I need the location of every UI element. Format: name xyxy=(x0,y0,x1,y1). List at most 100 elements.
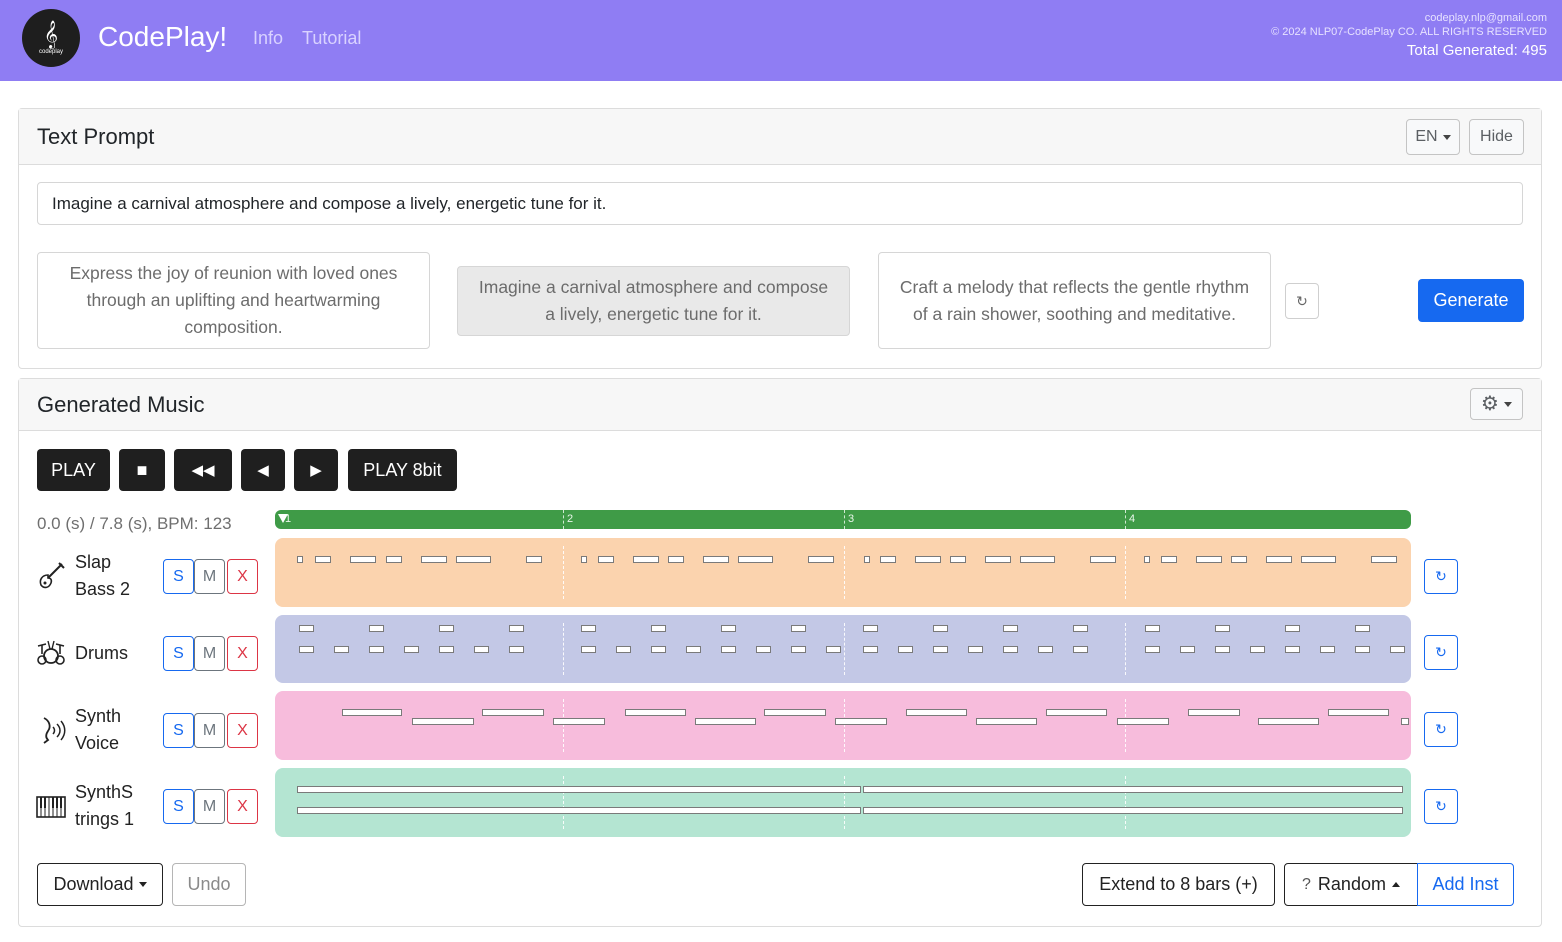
note-block[interactable] xyxy=(553,718,605,725)
note-block[interactable] xyxy=(297,807,861,814)
refresh-suggestions-button[interactable]: ↻ xyxy=(1285,283,1319,319)
note-block[interactable] xyxy=(297,556,303,563)
codeplay-logo[interactable]: 𝄞 codeplay xyxy=(22,9,80,67)
note-block[interactable] xyxy=(1117,718,1169,725)
mute-button[interactable]: M xyxy=(194,636,225,671)
random-instrument-dropdown[interactable]: ? Random xyxy=(1284,863,1418,906)
note-block[interactable] xyxy=(1266,556,1292,563)
note-block[interactable] xyxy=(509,646,524,653)
regenerate-track-button[interactable]: ↻ xyxy=(1424,559,1458,594)
mute-button[interactable]: M xyxy=(194,559,225,594)
step-forward-button[interactable]: ▶ xyxy=(294,449,338,491)
note-block[interactable] xyxy=(703,556,729,563)
note-block[interactable] xyxy=(439,625,454,632)
note-block[interactable] xyxy=(421,556,447,563)
nav-tutorial[interactable]: Tutorial xyxy=(302,28,361,49)
solo-button[interactable]: S xyxy=(163,789,194,824)
add-instrument-button[interactable]: Add Inst xyxy=(1417,863,1514,906)
note-block[interactable] xyxy=(1320,646,1335,653)
regenerate-track-button[interactable]: ↻ xyxy=(1424,712,1458,747)
stop-button[interactable]: ■ xyxy=(119,449,165,491)
note-block[interactable] xyxy=(721,625,736,632)
track-lane-synth-voice[interactable] xyxy=(275,691,1411,760)
note-block[interactable] xyxy=(1215,625,1230,632)
note-block[interactable] xyxy=(1144,556,1150,563)
note-block[interactable] xyxy=(509,625,524,632)
note-block[interactable] xyxy=(315,556,331,563)
note-block[interactable] xyxy=(863,646,878,653)
note-block[interactable] xyxy=(1328,709,1389,716)
note-block[interactable] xyxy=(764,709,826,716)
note-block[interactable] xyxy=(1285,625,1300,632)
note-block[interactable] xyxy=(474,646,489,653)
note-block[interactable] xyxy=(756,646,771,653)
extend-bars-button[interactable]: Extend to 8 bars (+) xyxy=(1082,863,1275,906)
note-block[interactable] xyxy=(738,556,773,563)
note-block[interactable] xyxy=(1390,646,1405,653)
note-block[interactable] xyxy=(1020,556,1055,563)
brand-title[interactable]: CodePlay! xyxy=(98,21,227,53)
note-block[interactable] xyxy=(369,625,384,632)
timeline-bar[interactable]: 1 2 3 4 xyxy=(275,510,1411,529)
note-block[interactable] xyxy=(651,646,666,653)
note-block[interactable] xyxy=(1161,556,1177,563)
note-block[interactable] xyxy=(404,646,419,653)
note-block[interactable] xyxy=(369,646,384,653)
note-block[interactable] xyxy=(880,556,896,563)
settings-dropdown[interactable]: ⚙ xyxy=(1470,388,1523,420)
note-block[interactable] xyxy=(1301,556,1336,563)
note-block[interactable] xyxy=(299,625,314,632)
solo-button[interactable]: S xyxy=(163,713,194,748)
note-block[interactable] xyxy=(598,556,614,563)
note-block[interactable] xyxy=(526,556,542,563)
note-block[interactable] xyxy=(1196,556,1222,563)
note-block[interactable] xyxy=(1401,718,1409,725)
remove-track-button[interactable]: X xyxy=(227,713,258,748)
download-dropdown[interactable]: Download xyxy=(37,863,163,906)
note-block[interactable] xyxy=(342,709,402,716)
regenerate-track-button[interactable]: ↻ xyxy=(1424,789,1458,824)
undo-button[interactable]: Undo xyxy=(172,863,246,906)
solo-button[interactable]: S xyxy=(163,559,194,594)
note-block[interactable] xyxy=(1090,556,1116,563)
step-back-button[interactable]: ◀ xyxy=(241,449,285,491)
note-block[interactable] xyxy=(1258,718,1319,725)
mute-button[interactable]: M xyxy=(194,713,225,748)
note-block[interactable] xyxy=(898,646,913,653)
play-button[interactable]: PLAY xyxy=(37,449,110,491)
note-block[interactable] xyxy=(581,625,596,632)
note-block[interactable] xyxy=(581,646,596,653)
note-block[interactable] xyxy=(651,625,666,632)
note-block[interactable] xyxy=(933,625,948,632)
suggestion-card-1[interactable]: Express the joy of reunion with loved on… xyxy=(37,252,430,349)
note-block[interactable] xyxy=(1188,709,1240,716)
note-block[interactable] xyxy=(1038,646,1053,653)
note-block[interactable] xyxy=(1215,646,1230,653)
note-block[interactable] xyxy=(1073,646,1088,653)
note-block[interactable] xyxy=(968,646,983,653)
suggestion-card-3[interactable]: Craft a melody that reflects the gentle … xyxy=(878,252,1271,349)
note-block[interactable] xyxy=(791,625,806,632)
note-block[interactable] xyxy=(1371,556,1397,563)
note-block[interactable] xyxy=(985,556,1011,563)
remove-track-button[interactable]: X xyxy=(227,636,258,671)
note-block[interactable] xyxy=(695,718,756,725)
note-block[interactable] xyxy=(721,646,736,653)
note-block[interactable] xyxy=(863,625,878,632)
note-block[interactable] xyxy=(906,709,967,716)
note-block[interactable] xyxy=(386,556,402,563)
track-lane-drums[interactable] xyxy=(275,615,1411,683)
note-block[interactable] xyxy=(864,556,870,563)
note-block[interactable] xyxy=(1003,625,1018,632)
solo-button[interactable]: S xyxy=(163,636,194,671)
track-lane-synth-strings[interactable] xyxy=(275,768,1411,837)
note-block[interactable] xyxy=(616,646,631,653)
note-block[interactable] xyxy=(863,807,1403,814)
note-block[interactable] xyxy=(933,646,948,653)
note-block[interactable] xyxy=(633,556,659,563)
note-block[interactable] xyxy=(439,646,454,653)
note-block[interactable] xyxy=(299,646,314,653)
note-block[interactable] xyxy=(456,556,491,563)
note-block[interactable] xyxy=(686,646,701,653)
remove-track-button[interactable]: X xyxy=(227,789,258,824)
